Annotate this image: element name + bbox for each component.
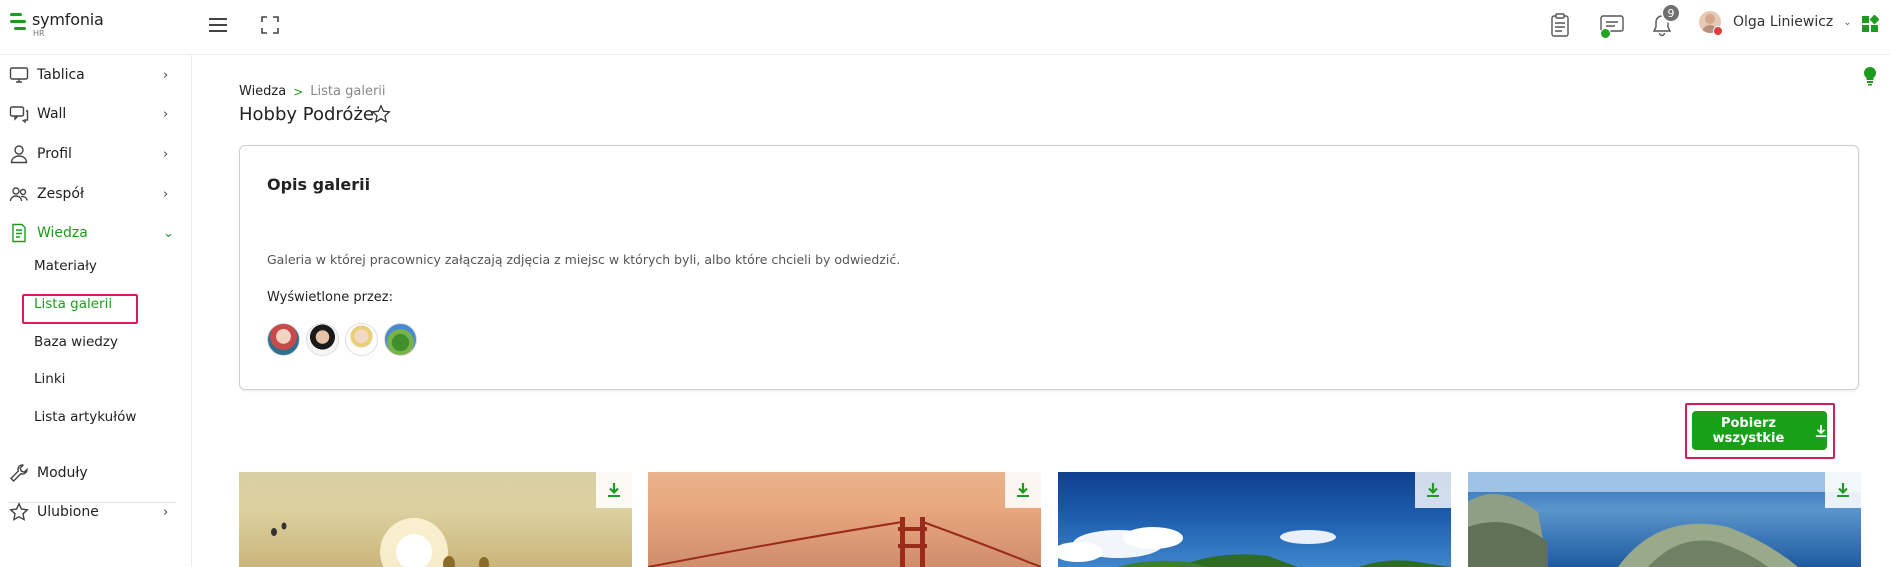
messages-icon[interactable]	[1599, 12, 1625, 39]
clipboard-icon[interactable]	[1547, 12, 1573, 38]
document-icon	[12, 223, 26, 243]
sidebar-item-wiedza[interactable]: Wiedza ⌄	[0, 216, 192, 250]
sidebar-subitem-linki[interactable]: Linki	[34, 368, 65, 390]
favorite-star-icon[interactable]	[371, 104, 393, 126]
sidebar-subitem-materialy[interactable]: Materiały	[34, 255, 97, 277]
breadcrumb-separator: >	[293, 84, 304, 99]
wrench-icon	[10, 464, 28, 482]
fullscreen-icon[interactable]	[257, 12, 283, 38]
photo-download-button[interactable]	[596, 472, 632, 508]
card-title: Opis galerii	[267, 175, 371, 194]
download-icon	[608, 483, 620, 497]
sidebar-subitem-lista-artykulow[interactable]: Lista artykułów	[34, 406, 136, 428]
bell-icon[interactable]: 9	[1649, 3, 1681, 38]
viewer-avatar[interactable]	[306, 323, 339, 356]
sidebar-item-ulubione[interactable]: Ulubione ›	[0, 495, 192, 529]
sidebar-subitem-baza-wiedzy[interactable]: Baza wiedzy	[34, 331, 118, 353]
photo-download-button[interactable]	[1415, 472, 1451, 508]
app-root: symfonia HR 9 Olga Liniewicz ⌄ Tablica ›…	[0, 0, 1890, 567]
photo-download-button[interactable]	[1005, 472, 1041, 508]
chevron-down-icon: ⌄	[1843, 16, 1852, 28]
viewed-by-label: Wyświetlone przez:	[267, 290, 393, 305]
gallery-description: Galeria w której pracownicy załączają zd…	[267, 252, 901, 267]
sidebar-item-profil[interactable]: Profil ›	[0, 137, 192, 171]
lightbulb-icon[interactable]	[1862, 66, 1878, 86]
chevron-right-icon: ›	[163, 186, 169, 202]
sidebar-item-label: Moduły	[37, 465, 88, 481]
star-icon	[9, 502, 29, 521]
sidebar: Tablica › Wall › Profil › Zespół › Wiedz…	[0, 55, 192, 567]
sidebar-item-zespol[interactable]: Zespół ›	[0, 177, 192, 211]
chevron-right-icon: ›	[163, 504, 169, 520]
viewer-avatar[interactable]	[267, 323, 300, 356]
online-status-dot	[1600, 28, 1611, 39]
sidebar-item-label: Wall	[37, 106, 67, 122]
sidebar-subitem-lista-galerii[interactable]: Lista galerii	[34, 293, 112, 315]
viewer-avatar[interactable]	[345, 323, 378, 356]
download-icon	[1427, 483, 1439, 497]
gallery-photo-golden-gate[interactable]	[648, 472, 1041, 567]
page-title: Hobby Podróże	[239, 104, 374, 125]
sidebar-item-tablica[interactable]: Tablica ›	[0, 58, 192, 92]
apps-grid-icon[interactable]	[1857, 11, 1883, 37]
chevron-right-icon: ›	[163, 67, 169, 83]
photo-tropical-beach	[1058, 527, 1451, 567]
gallery-photo-cliffs[interactable]	[1468, 472, 1861, 567]
menu-icon[interactable]	[206, 12, 232, 38]
sidebar-item-label: Zespół	[37, 186, 84, 202]
sidebar-item-moduly[interactable]: Moduły	[0, 456, 192, 490]
gallery-description-card: Opis galerii Galeria w której pracownicy…	[239, 145, 1859, 390]
viewer-avatar[interactable]	[384, 323, 417, 356]
download-icon	[1837, 483, 1849, 497]
sidebar-item-label: Ulubione	[37, 504, 99, 520]
top-bar: symfonia HR 9 Olga Liniewicz ⌄	[0, 0, 1890, 55]
monitor-icon	[9, 67, 29, 83]
download-all-label: Pobierz wszystkie	[1712, 415, 1785, 446]
photo-download-button[interactable]	[1825, 472, 1861, 508]
sidebar-item-label: Wiedza	[37, 225, 88, 241]
user-icon	[10, 145, 28, 164]
sidebar-item-wall[interactable]: Wall ›	[0, 97, 192, 131]
viewer-avatars	[267, 323, 423, 356]
photo-coastal-cliffs	[1468, 472, 1861, 567]
gallery-photo-beach[interactable]	[1058, 472, 1451, 567]
download-icon	[1017, 483, 1029, 497]
symfonia-logo-icon	[10, 13, 26, 30]
breadcrumb-current: Lista galerii	[310, 84, 386, 99]
chevron-right-icon: ›	[163, 106, 169, 122]
breadcrumb: Wiedza > Lista galerii	[239, 84, 386, 99]
photo-golden-gate-bridge	[648, 517, 1041, 567]
gallery-photo-balloons[interactable]	[239, 472, 632, 567]
sidebar-item-label: Tablica	[37, 67, 85, 83]
breadcrumb-wiedza[interactable]: Wiedza	[239, 84, 286, 99]
chat-wall-icon	[9, 106, 29, 124]
user-name: Olga Liniewicz	[1733, 14, 1834, 30]
sidebar-item-label: Profil	[37, 146, 72, 162]
symfonia-logo[interactable]: symfonia HR	[8, 11, 104, 39]
notification-count-badge: 9	[1661, 3, 1681, 23]
user-status-dot	[1713, 26, 1723, 36]
photo-balloons-sunset	[271, 518, 489, 567]
download-icon	[1815, 424, 1827, 437]
team-icon	[9, 187, 28, 202]
logo-sub: HR	[33, 29, 45, 38]
chevron-right-icon: ›	[163, 146, 169, 162]
download-all-button[interactable]: Pobierz wszystkie	[1692, 411, 1827, 450]
chevron-down-icon: ⌄	[163, 225, 174, 241]
logo-name: symfonia	[32, 10, 104, 29]
